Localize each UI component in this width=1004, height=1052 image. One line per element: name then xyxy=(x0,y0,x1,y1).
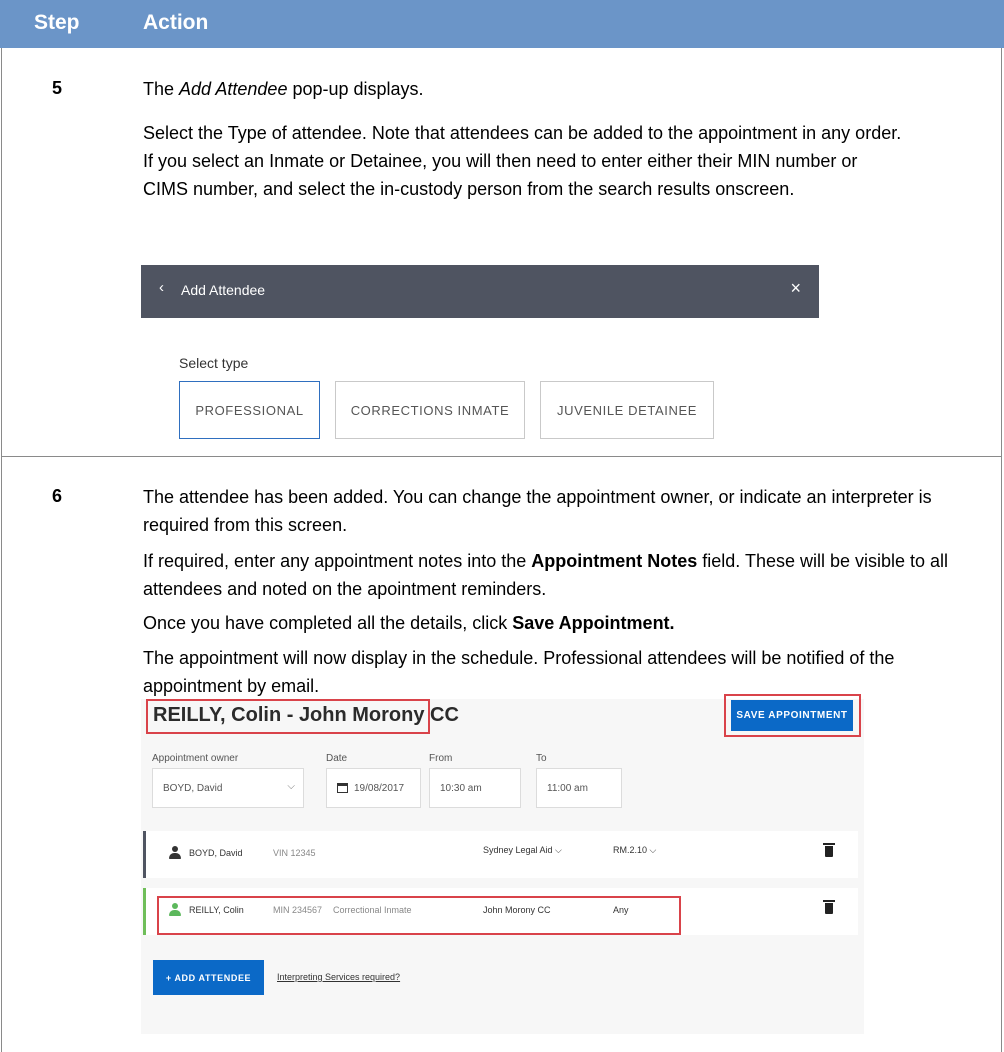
date-label: Date xyxy=(326,753,348,764)
step6-p2-pre: If required, enter any appointment notes… xyxy=(143,551,532,571)
appointment-title: REILLY, Colin - John Morony CC xyxy=(153,704,459,726)
type-juvenile-detainee-button[interactable]: JUVENILE DETAINEE xyxy=(540,381,714,439)
row-accent xyxy=(143,888,146,935)
owner-value: BOYD, David xyxy=(163,782,223,794)
from-value: 10:30 am xyxy=(440,782,482,794)
row-divider xyxy=(1,456,1002,457)
calendar-icon xyxy=(337,783,348,793)
popup-title: Add Attendee xyxy=(181,282,266,298)
attendee-location-select[interactable]: Sydney Legal Aid ⌵ xyxy=(483,845,562,856)
chevron-down-icon: ⌵ xyxy=(287,781,295,792)
select-type-label: Select type xyxy=(179,355,249,371)
trash-icon[interactable] xyxy=(823,843,835,857)
step5-intro-em: Add Attendee xyxy=(179,79,288,99)
to-label: To xyxy=(536,753,547,764)
step6-p4: The appointment will now display in the … xyxy=(143,648,895,696)
table-header-row: Step Action xyxy=(0,0,1004,48)
step6-p3-bold: Save Appointment. xyxy=(512,613,675,633)
step6-p2-bold: Appointment Notes xyxy=(531,551,698,571)
owner-select[interactable]: BOYD, David ⌵ xyxy=(152,768,304,808)
attendee-id: VIN 12345 xyxy=(273,848,316,858)
table-right-border xyxy=(1001,48,1002,1052)
trash-icon[interactable] xyxy=(823,900,835,914)
attendee-row: BOYD, David VIN 12345 Sydney Legal Aid ⌵… xyxy=(143,831,858,878)
step5-body: Select the Type of attendee. Note that a… xyxy=(143,123,902,199)
step6-p3: Once you have completed all the details,… xyxy=(143,609,983,637)
date-value: 19/08/2017 xyxy=(354,782,405,794)
step5-intro: The Add Attendee pop-up displays. xyxy=(143,75,983,103)
appointment-editor: REILLY, Colin - John Morony CC SAVE APPO… xyxy=(141,694,864,1034)
type-corrections-inmate-button[interactable]: CORRECTIONS INMATE xyxy=(335,381,525,439)
step6-p1: The attendee has been added. You can cha… xyxy=(143,487,932,535)
interpreting-services-link[interactable]: Interpreting Services required? xyxy=(277,972,400,982)
header-action: Action xyxy=(143,11,209,34)
step6-p3-pre: Once you have completed all the details,… xyxy=(143,613,513,633)
table-left-border xyxy=(1,48,2,1052)
date-field[interactable]: 19/08/2017 xyxy=(326,768,421,808)
step6-p2: If required, enter any appointment notes… xyxy=(143,547,983,603)
attendee-highlight xyxy=(157,896,681,935)
step5-intro-pre: The xyxy=(143,79,180,99)
step5-intro-post: pop-up displays. xyxy=(287,79,424,99)
step-number-5: 5 xyxy=(52,78,63,98)
to-field[interactable]: 11:00 am xyxy=(536,768,622,808)
attendee-name: BOYD, David xyxy=(189,848,243,858)
add-attendee-button[interactable]: + ADD ATTENDEE xyxy=(153,960,264,995)
type-professional-button[interactable]: PROFESSIONAL xyxy=(179,381,320,439)
from-label: From xyxy=(429,753,453,764)
step-number-6: 6 xyxy=(52,486,63,506)
row-accent xyxy=(143,831,146,878)
close-icon[interactable]: × xyxy=(790,278,801,299)
add-attendee-header: ‹ Add Attendee × xyxy=(141,265,819,318)
save-appointment-button[interactable]: SAVE APPOINTMENT xyxy=(731,700,853,731)
from-field[interactable]: 10:30 am xyxy=(429,768,521,808)
header-step: Step xyxy=(34,11,80,34)
owner-label: Appointment owner xyxy=(152,753,239,764)
back-chevron-icon[interactable]: ‹ xyxy=(159,279,164,296)
attendee-room-select[interactable]: RM.2.10 ⌵ xyxy=(613,845,656,856)
to-value: 11:00 am xyxy=(547,782,588,794)
